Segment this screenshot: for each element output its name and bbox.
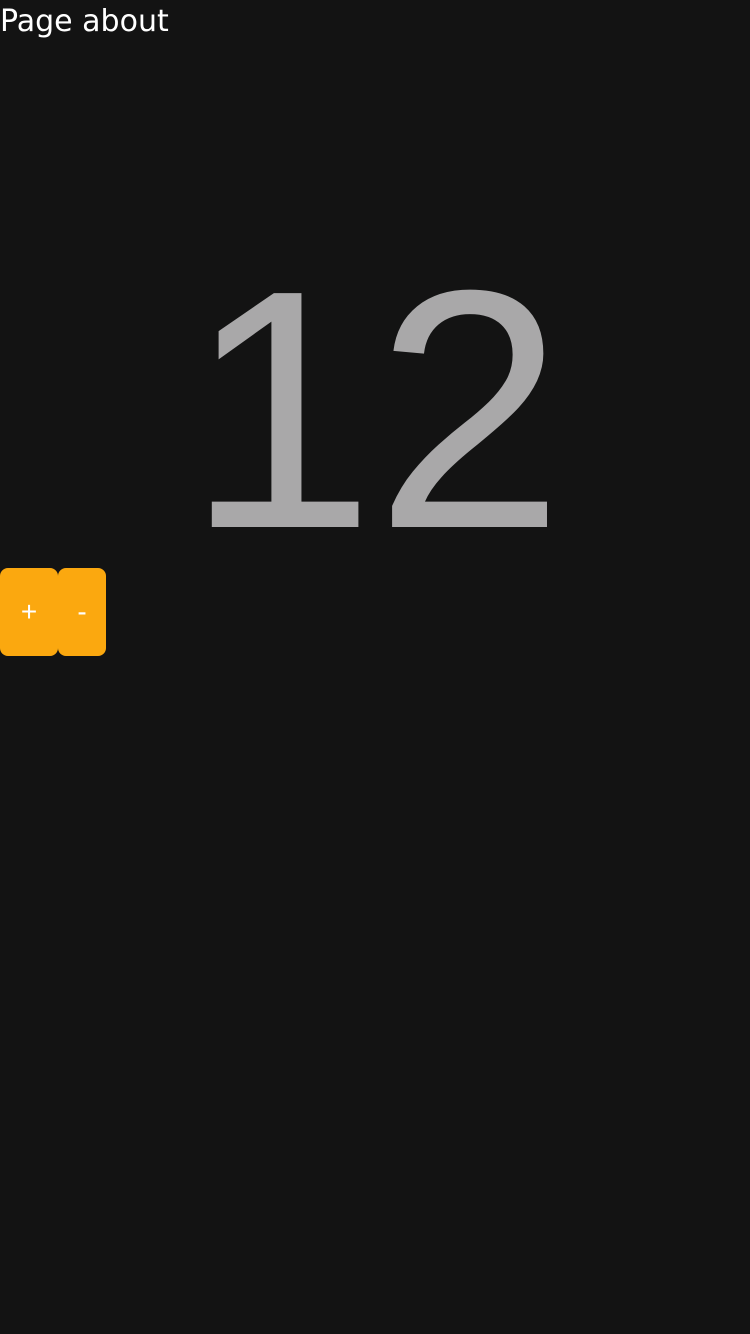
page-title: Page about bbox=[0, 4, 169, 39]
counter-controls: + - bbox=[0, 568, 106, 656]
page: Page about 12 + - bbox=[0, 0, 750, 1334]
counter-value: 12 bbox=[185, 220, 565, 600]
increment-button[interactable]: + bbox=[0, 568, 58, 656]
decrement-button[interactable]: - bbox=[58, 568, 106, 656]
